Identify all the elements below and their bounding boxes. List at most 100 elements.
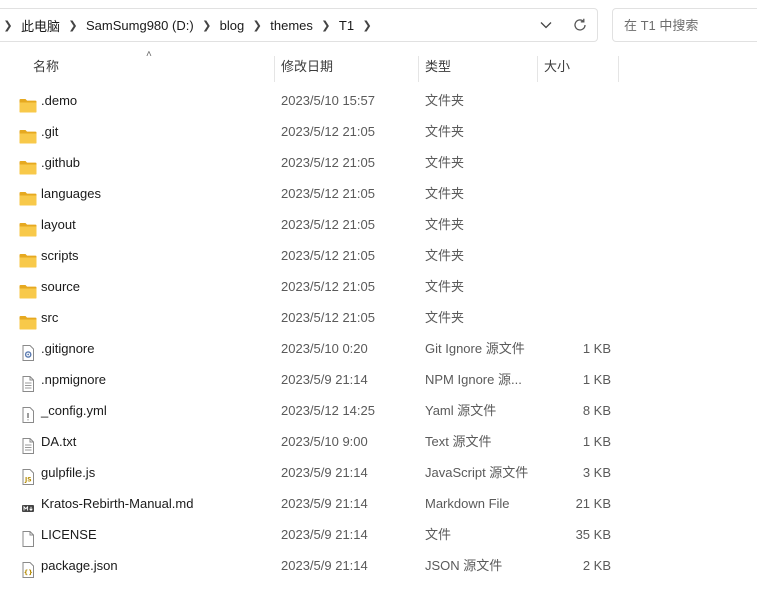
file-type: 文件夹 (425, 93, 465, 108)
folder-row[interactable]: src 2023/5/12 21:05 文件夹 (0, 302, 757, 333)
chevron-right-icon[interactable]: ❯ (65, 19, 81, 32)
file-date: 2023/5/9 21:14 (281, 496, 368, 511)
file-date: 2023/5/12 21:05 (281, 310, 375, 325)
file-size: 1 KB (582, 434, 611, 449)
folder-row[interactable]: languages 2023/5/12 21:05 文件夹 (0, 178, 757, 209)
column-header-bar: ˄ 名称 修改日期 类型 大小 (0, 49, 757, 82)
file-type: 文件夹 (425, 186, 465, 201)
folder-icon (19, 93, 37, 113)
svg-text:{}: {} (24, 569, 33, 577)
js-file-icon: JS (19, 465, 37, 485)
file-date: 2023/5/10 0:20 (281, 341, 368, 356)
file-type: 文件夹 (425, 248, 465, 263)
chevron-right-icon[interactable]: ❯ (359, 19, 375, 32)
file-row[interactable]: .gitignore 2023/5/10 0:20 Git Ignore 源文件 1 … (0, 333, 757, 364)
file-type: JavaScript 源文件 (425, 465, 529, 480)
folder-row[interactable]: source 2023/5/12 21:05 文件夹 (0, 271, 757, 302)
breadcrumb: ❯ 此电脑 ❯ SamSumg980 (D:) ❯ blog ❯ themes … (0, 9, 529, 41)
breadcrumb-t1[interactable]: T1 (334, 18, 359, 33)
folder-row[interactable]: .git 2023/5/12 21:05 文件夹 (0, 116, 757, 147)
file-type: 文件夹 (425, 124, 465, 139)
column-header-type[interactable]: 类型 (425, 52, 451, 82)
gear-file-icon (19, 341, 37, 361)
file-type: Git Ignore 源文件 (425, 341, 525, 356)
file-size: 3 KB (582, 465, 611, 480)
breadcrumb-drive[interactable]: SamSumg980 (D:) (81, 18, 199, 33)
breadcrumb-this-pc[interactable]: 此电脑 (16, 16, 65, 35)
file-type: 文件夹 (425, 279, 465, 294)
text-file-icon (19, 372, 37, 392)
file-date: 2023/5/12 21:05 (281, 217, 375, 232)
breadcrumb-themes[interactable]: themes (265, 18, 318, 33)
search-box[interactable] (612, 8, 757, 42)
file-type: Yaml 源文件 (425, 403, 497, 418)
file-type: 文件夹 (425, 310, 465, 325)
file-type: JSON 源文件 (425, 558, 503, 573)
file-row[interactable]: LICENSE 2023/5/9 21:14 文件 35 KB (0, 519, 757, 550)
file-name: .npmignore (41, 372, 107, 387)
column-divider[interactable] (537, 56, 538, 82)
file-name: languages (41, 186, 101, 201)
file-list: .demo 2023/5/10 15:57 文件夹 .git 2023/5/12 21:… (0, 85, 757, 581)
folder-icon (19, 310, 37, 330)
file-size: 35 KB (575, 527, 611, 542)
folder-row[interactable]: scripts 2023/5/12 21:05 文件夹 (0, 240, 757, 271)
svg-text:JS: JS (24, 477, 32, 484)
file-date: 2023/5/12 21:05 (281, 124, 375, 139)
file-name: src (41, 310, 59, 325)
folder-icon (19, 217, 37, 237)
file-type: 文件夹 (425, 155, 465, 170)
column-divider[interactable] (418, 56, 419, 82)
file-name: package.json (41, 558, 118, 573)
file-row[interactable]: Kratos-Rebirth-Manual.md 2023/5/9 21:14 Ma… (0, 488, 757, 519)
column-divider[interactable] (274, 56, 275, 82)
history-dropdown-button[interactable] (529, 9, 563, 41)
file-name: .gitignore (41, 341, 95, 356)
folder-icon (19, 279, 37, 299)
address-bar[interactable]: ❯ 此电脑 ❯ SamSumg980 (D:) ❯ blog ❯ themes … (0, 8, 598, 42)
markdown-file-icon (19, 496, 37, 512)
file-type: 文件夹 (425, 217, 465, 232)
chevron-right-icon[interactable]: ❯ (199, 19, 215, 32)
refresh-icon (574, 18, 586, 31)
file-name: _config.yml (41, 403, 107, 418)
sort-ascending-icon: ˄ (146, 49, 152, 60)
column-header-date[interactable]: 修改日期 (281, 52, 333, 82)
file-date: 2023/5/12 21:05 (281, 155, 375, 170)
folder-row[interactable]: .demo 2023/5/10 15:57 文件夹 (0, 85, 757, 116)
file-name: .github (41, 155, 81, 170)
file-name: .demo (41, 93, 78, 108)
folder-icon (19, 124, 37, 144)
refresh-button[interactable] (563, 9, 597, 41)
chevron-right-icon[interactable]: ❯ (318, 19, 334, 32)
file-date: 2023/5/9 21:14 (281, 527, 368, 542)
file-date: 2023/5/12 21:05 (281, 279, 375, 294)
json-file-icon: {} (19, 558, 37, 578)
column-divider[interactable] (618, 56, 619, 82)
breadcrumb-blog[interactable]: blog (215, 18, 250, 33)
column-header-size[interactable]: 大小 (544, 52, 570, 82)
file-row[interactable]: .npmignore 2023/5/9 21:14 NPM Ignore 源... 1… (0, 364, 757, 395)
file-date: 2023/5/9 21:14 (281, 558, 368, 573)
column-header-name[interactable]: 名称 (33, 52, 59, 82)
file-date: 2023/5/10 15:57 (281, 93, 375, 108)
folder-row[interactable]: .github 2023/5/12 21:05 文件夹 (0, 147, 757, 178)
text-file-icon (19, 434, 37, 454)
file-row[interactable]: {} package.json 2023/5/9 21:14 JSON 源文件 2 KB (0, 550, 757, 581)
file-size: 1 KB (582, 372, 611, 387)
file-name: Kratos-Rebirth-Manual.md (41, 496, 194, 511)
file-date: 2023/5/10 9:00 (281, 434, 368, 449)
file-name: layout (41, 217, 76, 232)
file-type: NPM Ignore 源... (425, 372, 522, 387)
chevron-right-icon[interactable]: ❯ (249, 19, 265, 32)
file-name: DA.txt (41, 434, 77, 449)
file-row[interactable]: DA.txt 2023/5/10 9:00 Text 源文件 1 KB (0, 426, 757, 457)
file-row[interactable]: _config.yml 2023/5/12 14:25 Yaml 源文件 8 KB (0, 395, 757, 426)
file-date: 2023/5/9 21:14 (281, 372, 368, 387)
chevron-right-icon[interactable]: ❯ (0, 19, 16, 32)
file-date: 2023/5/9 21:14 (281, 465, 368, 480)
folder-row[interactable]: layout 2023/5/12 21:05 文件夹 (0, 209, 757, 240)
file-row[interactable]: JS gulpfile.js 2023/5/9 21:14 JavaScript 源文… (0, 457, 757, 488)
file-name: source (41, 279, 81, 294)
search-input[interactable] (622, 16, 757, 34)
